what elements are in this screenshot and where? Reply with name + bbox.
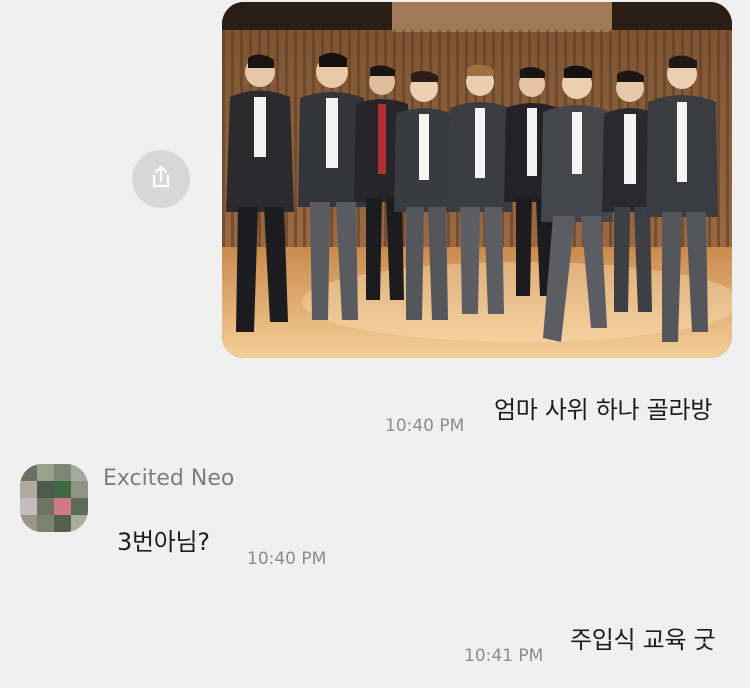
- share-button[interactable]: [132, 150, 190, 208]
- outgoing-message-text: 엄마 사위 하나 골라방: [494, 396, 713, 424]
- message-time: 10:40 PM: [385, 416, 465, 436]
- sent-photo[interactable]: [222, 2, 732, 358]
- incoming-message-text: 3번아님?: [117, 528, 210, 556]
- sender-avatar[interactable]: [20, 464, 88, 532]
- outgoing-message-text: 주입식 교육 굿: [570, 626, 716, 654]
- message-time: 10:40 PM: [247, 549, 327, 569]
- sender-name: Excited Neo: [103, 466, 235, 491]
- share-icon: [146, 162, 176, 196]
- message-time: 10:41 PM: [464, 646, 544, 666]
